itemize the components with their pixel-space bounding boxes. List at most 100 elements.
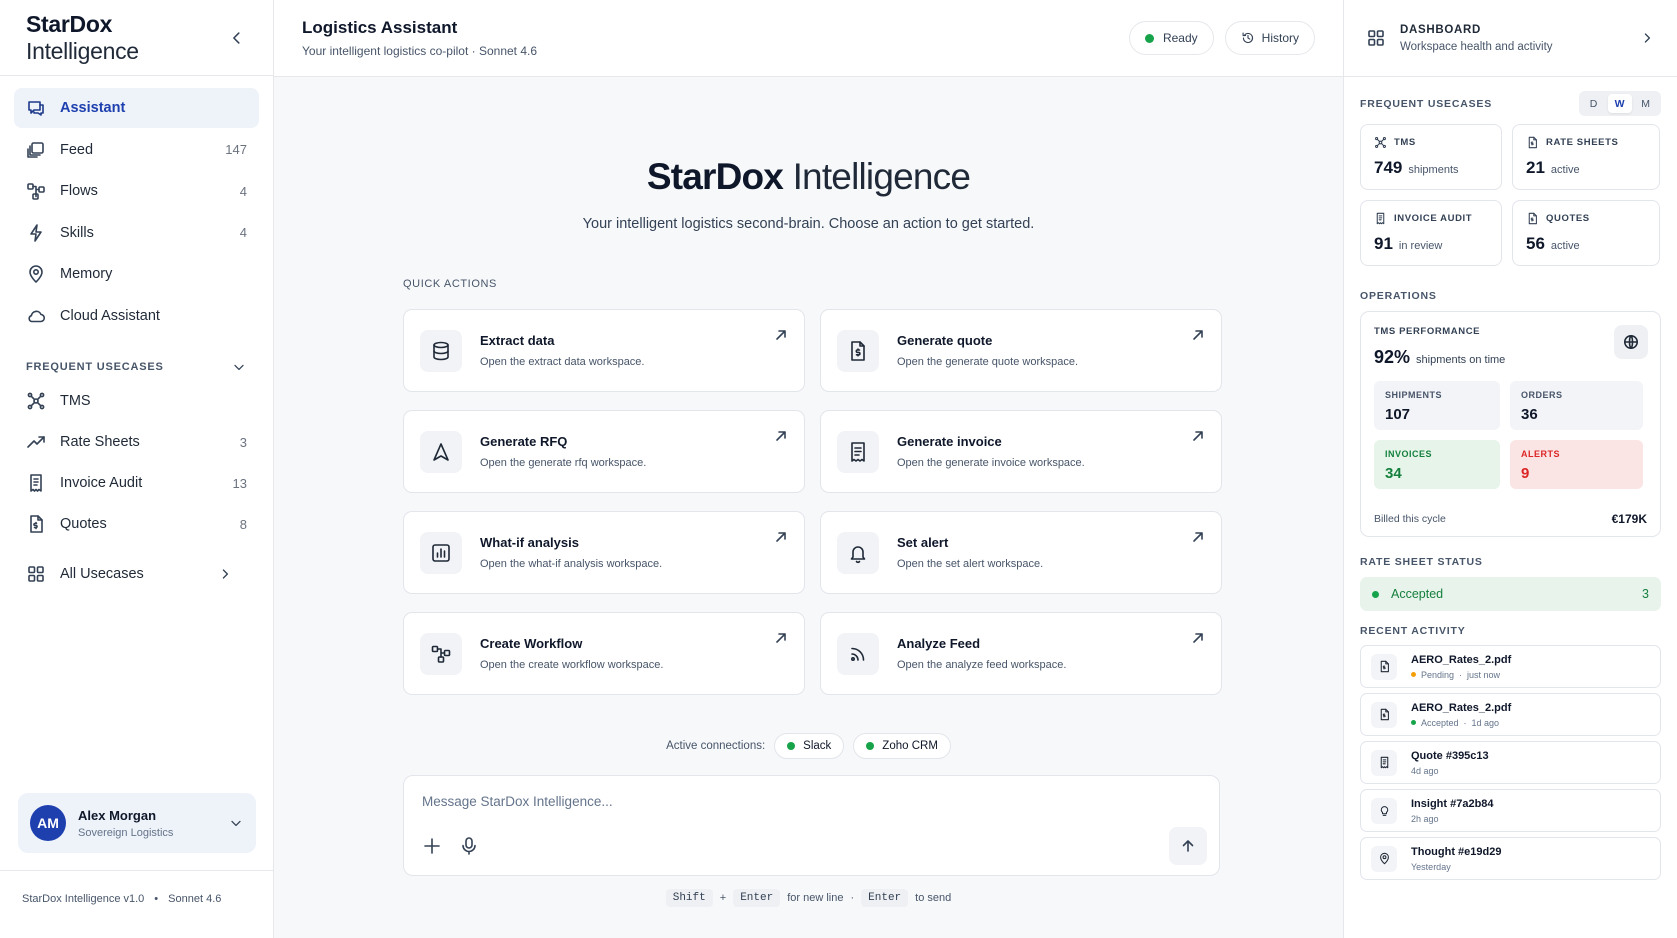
usecases-section-header[interactable]: FREQUENT USECASES <box>14 352 259 382</box>
qa-desc: Open the generate invoice workspace. <box>897 457 1085 469</box>
user-org: Sovereign Logistics <box>78 826 174 839</box>
bell-icon <box>850 545 866 563</box>
active-connections: Active connections: Slack Zoho CRM <box>274 733 1343 759</box>
quick-action-generate-invoice[interactable]: Generate invoice Open the generate invoic… <box>820 410 1222 493</box>
status-badge[interactable]: Ready <box>1128 21 1214 55</box>
main-nav: Assistant Feed 147 Flows 4 Skills 4 Memo… <box>0 76 273 594</box>
globe-button[interactable] <box>1614 325 1648 359</box>
qa-title: Extract data <box>480 333 555 348</box>
sidebar-item-label: Invoice Audit <box>60 475 143 492</box>
sidebar-item-rate-sheets[interactable]: Rate Sheets 3 <box>14 423 259 463</box>
activity-item[interactable]: AERO_Rates_2.pdf Accepted · 1d ago <box>1360 693 1661 736</box>
activity-time: just now <box>1467 669 1501 680</box>
qa-title: Set alert <box>897 535 949 550</box>
activity-time: 2h ago <box>1411 813 1439 824</box>
sidebar-item-cloud-assistant[interactable]: Cloud Assistant <box>14 296 259 336</box>
hero-title: StarDox Intelligence <box>646 156 971 197</box>
history-button[interactable]: History <box>1224 21 1315 55</box>
sidebar-item-quotes[interactable]: Quotes 8 <box>14 505 259 545</box>
sidebar-item-feed[interactable]: Feed 147 <box>14 130 259 170</box>
sidebar-item-memory[interactable]: Memory <box>14 254 259 294</box>
hint-plus: + <box>719 892 727 904</box>
sidebar-item-skills[interactable]: Skills 4 <box>14 213 259 253</box>
period-day[interactable]: D <box>1582 94 1606 113</box>
usecase-card-quotes[interactable]: QUOTES 56 active <box>1512 200 1660 266</box>
user-profile-card[interactable]: AM Alex Morgan Sovereign Logistics <box>18 793 256 853</box>
quick-action-extract-data[interactable]: Extract data Open the extract data worksp… <box>403 309 805 392</box>
sidebar-footer: StarDox Intelligence v1.0 • Sonnet 4.6 <box>0 870 274 938</box>
qa-icon-box <box>420 632 462 675</box>
sidebar-item-flows[interactable]: Flows 4 <box>14 171 259 211</box>
arrow-up-right-icon <box>1193 633 1203 643</box>
qa-title: Generate RFQ <box>480 434 568 449</box>
main-area: Logistics Assistant Your intelligent log… <box>274 0 1343 938</box>
usecase-card-invoice-audit[interactable]: INVOICE AUDIT 91 in review <box>1360 200 1502 266</box>
send-button[interactable] <box>1169 827 1207 865</box>
qa-icon-box <box>420 430 462 473</box>
qa-desc: Open the analyze feed workspace. <box>897 659 1067 671</box>
connection-chip-zoho-crm[interactable]: Zoho CRM <box>853 733 951 759</box>
recent-activity-heading: RECENT ACTIVITY <box>1360 625 1466 637</box>
rate-sheet-status-count: 3 <box>1642 587 1649 601</box>
activity-item[interactable]: AERO_Rates_2.pdf Pending · just now <box>1360 645 1661 688</box>
connection-chip-slack[interactable]: Slack <box>774 733 845 759</box>
sidebar-item-invoice-audit[interactable]: Invoice Audit 13 <box>14 464 259 504</box>
flows-icon <box>27 183 45 200</box>
billed-row: Billed this cycle €179K <box>1374 512 1647 526</box>
stat-label: ORDERS <box>1521 390 1563 400</box>
qa-desc: Open the what-if analysis workspace. <box>480 558 663 570</box>
receipt-icon <box>30 474 42 493</box>
activity-item[interactable]: Quote #395c13 4d ago <box>1360 741 1661 784</box>
period-week[interactable]: W <box>1608 94 1632 113</box>
rate-sheet-status-accepted[interactable]: Accepted 3 <box>1360 577 1661 611</box>
activity-item[interactable]: Insight #7a2b84 2h ago <box>1360 789 1661 832</box>
quick-action-generate-quote[interactable]: Generate quote Open the generate quote wo… <box>820 309 1222 392</box>
qa-desc: Open the create workflow workspace. <box>480 659 664 671</box>
status-label: Ready <box>1162 31 1198 45</box>
connection-label: Slack <box>803 740 832 752</box>
microphone-icon[interactable] <box>460 836 478 856</box>
sidebar-item-assistant[interactable]: Assistant <box>14 88 259 128</box>
sidebar-item-tms[interactable]: TMS <box>14 382 259 422</box>
qa-title: Analyze Feed <box>897 636 981 651</box>
chevron-left-icon[interactable] <box>227 28 247 48</box>
chevron-right-icon[interactable] <box>1639 30 1655 46</box>
dashboard-header[interactable]: DASHBOARD Workspace health and activity <box>1344 0 1677 77</box>
rate-sheet-status-heading: RATE SHEET STATUS <box>1360 556 1483 568</box>
hero: StarDox Intelligence Your intelligent lo… <box>274 156 1343 232</box>
operations-heading: OPERATIONS <box>1360 290 1437 302</box>
qa-icon-box <box>420 531 462 574</box>
period-month[interactable]: M <box>1634 94 1658 113</box>
document-dollar-icon <box>1380 660 1389 673</box>
ops-stats: SHIPMENTS 107 ORDERS 36 INVOICES 34 ALERTS 9 <box>1374 381 1647 489</box>
stat-invoices: INVOICES 34 <box>1374 440 1500 489</box>
usecase-value: 91 <box>1374 234 1393 253</box>
page-subtitle: Your intelligent logistics co-pilot · So… <box>302 44 538 58</box>
quick-action-set-alert[interactable]: Set alert Open the set alert workspace. <box>820 511 1222 594</box>
qa-desc: Open the generate quote workspace. <box>897 356 1079 368</box>
sidebar-item-label: TMS <box>60 393 91 410</box>
activity-item[interactable]: Thought #e19d29 Yesterday <box>1360 837 1661 880</box>
stat-value: 9 <box>1521 465 1530 482</box>
grid-icon <box>28 566 44 582</box>
quick-action-what-if-analysis[interactable]: What-if analysis Open the what-if analysi… <box>403 511 805 594</box>
chevron-down-icon <box>231 820 241 827</box>
connection-label: Zoho CRM <box>882 740 938 752</box>
activity-time: 4d ago <box>1411 765 1439 776</box>
sidebar: StarDox Intelligence Assistant Feed 147 … <box>0 0 274 938</box>
qa-icon-box <box>837 632 879 675</box>
sidebar-item-label: Memory <box>60 266 113 282</box>
sidebar-item-all-usecases[interactable]: All Usecases <box>14 554 259 594</box>
quick-action-analyze-feed[interactable]: Analyze Feed Open the analyze feed worksp… <box>820 612 1222 695</box>
activity-status: Pending <box>1421 669 1455 680</box>
quick-action-create-workflow[interactable]: Create Workflow Open the create workflow … <box>403 612 805 695</box>
quick-actions-heading: QUICK ACTIONS <box>403 278 497 290</box>
quick-action-generate-rfq[interactable]: Generate RFQ Open the generate rfq worksp… <box>403 410 805 493</box>
document-dollar-icon <box>851 340 865 361</box>
arrow-up-right-icon <box>1193 330 1203 340</box>
message-input[interactable] <box>422 794 1202 809</box>
usecase-card-rate-sheets[interactable]: RATE SHEETS 21 active <box>1512 124 1660 190</box>
document-dollar-icon <box>30 515 43 534</box>
plus-icon[interactable] <box>422 836 442 856</box>
usecase-card-tms[interactable]: TMS 749 shipments <box>1360 124 1502 190</box>
